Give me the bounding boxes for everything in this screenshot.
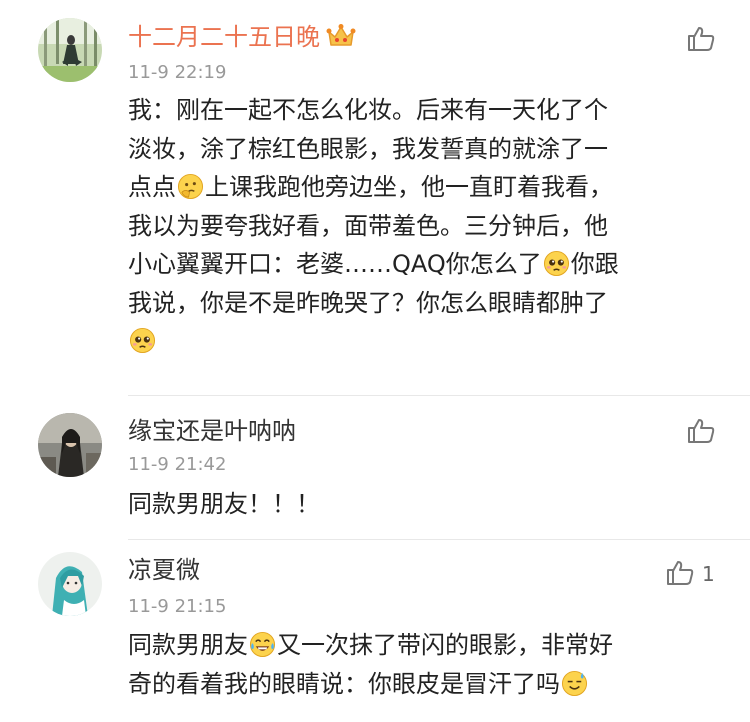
comment-body: 同款男朋友！！！ (128, 485, 718, 524)
comment-item: 十二月二十五日晚 11-9 22:19 我：刚在一起不怎么化妆。后来有一天化了个… (0, 0, 750, 396)
username[interactable]: 缘宝还是叶呐呐 (128, 416, 296, 446)
comment-text: 我说，你是不是昨晚哭了？你怎么眼睛都肿了 (128, 288, 608, 317)
thumbs-up-icon[interactable] (686, 24, 718, 56)
comment-text: 小心翼翼开口：老婆……QAQ你怎么了 (128, 250, 542, 278)
comment-time: 11-9 22:19 (128, 62, 227, 83)
comment-text: 我：刚在一起不怎么化妆。后来有一天化了个 (128, 96, 608, 124)
username[interactable]: 十二月二十五日晚 (128, 22, 356, 56)
pleading-emoji (543, 250, 570, 277)
comment-text: 同款男朋友 (128, 631, 248, 659)
comment-text: 奇的看着我的眼睛说：你眼皮是冒汗了吗 (128, 669, 560, 698)
comment-body: 我：刚在一起不怎么化妆。后来有一天化了个 淡妆，涂了棕红色眼影，我发誓真的就涂了一… (128, 91, 718, 361)
username[interactable]: 凉夏微 (128, 555, 200, 585)
avatar[interactable] (38, 413, 102, 477)
comment-text: 你跟 (570, 250, 619, 278)
username-text[interactable]: 十二月二十五日晚 (128, 23, 320, 51)
comment-time: 11-9 21:15 (128, 596, 227, 617)
comment-text: 同款男朋友！！！ (128, 490, 320, 518)
comment-line: 同款男朋友 又一次抹了带闪的眼影，非常好 (128, 626, 718, 665)
comment-item: 凉夏微 11-9 21:15 1 同款男朋友 又一次抹了带闪的眼影，非常好奇的看着… (0, 540, 750, 722)
comment-line: 我：刚在一起不怎么化妆。后来有一天化了个 (128, 91, 718, 130)
comment-line (128, 322, 718, 361)
comment-line: 点点 上课我跑他旁边坐，他一直盯着我看， (128, 168, 718, 207)
comment-text: 又一次抹了带闪的眼影，非常好 (277, 631, 613, 659)
comment-line: 奇的看着我的眼睛说：你眼皮是冒汗了吗 (128, 665, 718, 704)
comment-line: 我说，你是不是昨晚哭了？你怎么眼睛都肿了 (128, 284, 718, 323)
comment-body: 同款男朋友 又一次抹了带闪的眼影，非常好奇的看着我的眼睛说：你眼皮是冒汗了吗 (128, 626, 718, 703)
laughing-tears-emoji (249, 631, 276, 658)
comment-line: 淡妆，涂了棕红色眼影，我发誓真的就涂了一 (128, 130, 718, 169)
thinking-emoji (177, 173, 204, 200)
comment-text: 点点 (128, 173, 176, 201)
comment-text: 上课我跑他旁边坐，他一直盯着我看， (205, 173, 613, 201)
comment-line: 我以为要夸我好看，面带羞色。三分钟后，他 (128, 207, 718, 246)
comment-line: 同款男朋友！！！ (128, 485, 718, 524)
sweat-smile-emoji (561, 670, 588, 697)
like-count: 1 (702, 562, 715, 586)
comment-item: 缘宝还是叶呐呐 11-9 21:42 同款男朋友！！！ (0, 396, 750, 540)
thumbs-up-icon[interactable] (665, 558, 697, 590)
comment-time: 11-9 21:42 (128, 454, 227, 475)
comment-text: 淡妆，涂了棕红色眼影，我发誓真的就涂了一 (128, 134, 608, 163)
pleading-emoji (129, 327, 156, 354)
comment-text: 我以为要夸我好看，面带羞色。三分钟后，他 (128, 211, 608, 240)
comment-line: 小心翼翼开口：老婆……QAQ你怎么了 你跟 (128, 245, 718, 284)
thumbs-up-icon[interactable] (686, 416, 718, 448)
vip-crown-icon (326, 23, 356, 56)
avatar[interactable] (38, 18, 102, 82)
avatar[interactable] (38, 552, 102, 616)
